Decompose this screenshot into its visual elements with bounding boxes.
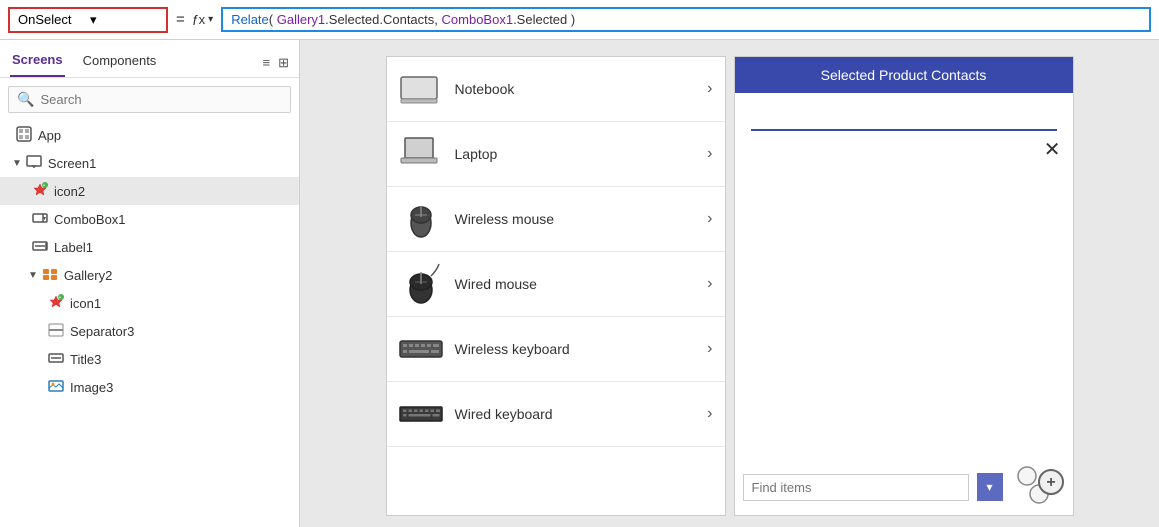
icon2-icon: + bbox=[32, 182, 48, 201]
tree-label-label1: Label1 bbox=[54, 240, 291, 255]
notebook-image bbox=[399, 69, 443, 109]
combobox-icon: ▾ bbox=[32, 210, 48, 229]
fx-icon: f bbox=[193, 12, 197, 28]
chevron-wiredmouse: › bbox=[707, 275, 712, 293]
find-items-input[interactable] bbox=[743, 474, 969, 501]
gallery-item-wkb[interactable]: Wireless keyboard › bbox=[387, 317, 725, 382]
sidebar: Screens Components ≡ ⊞ 🔍 App bbox=[0, 40, 300, 527]
chevron-laptop: › bbox=[707, 145, 712, 163]
image-icon bbox=[48, 378, 64, 397]
tree-item-separator3[interactable]: Separator3 bbox=[0, 317, 299, 345]
tree-item-gallery2[interactable]: ▼ Gallery2 bbox=[0, 261, 299, 289]
tree-item-combobox1[interactable]: ▾ ComboBox1 bbox=[0, 205, 299, 233]
contacts-panel: Selected Product Contacts ✕ ▾ bbox=[734, 56, 1074, 516]
gallery-label-wkb: Wireless keyboard bbox=[455, 341, 708, 357]
tree-item-label1[interactable]: Label1 bbox=[0, 233, 299, 261]
sidebar-tab-icons: ≡ ⊞ bbox=[263, 55, 290, 71]
tree-label-separator3: Separator3 bbox=[70, 324, 291, 339]
find-dropdown-button[interactable]: ▾ bbox=[977, 473, 1003, 501]
tree-label-combobox1: ComboBox1 bbox=[54, 212, 291, 227]
gallery-panel: Notebook › Laptop › bbox=[386, 56, 726, 516]
gallery-label-laptop: Laptop bbox=[455, 146, 708, 162]
tree-label-screen1: Screen1 bbox=[48, 156, 291, 171]
contacts-footer: ▾ + bbox=[735, 459, 1073, 515]
icon1-icon: + bbox=[48, 294, 64, 313]
tree-label-icon1: icon1 bbox=[70, 296, 291, 311]
contacts-body: ✕ bbox=[735, 93, 1073, 459]
tree-item-title3[interactable]: Title3 bbox=[0, 345, 299, 373]
dropdown-arrow-icon: ▾ bbox=[986, 480, 992, 494]
fx-button[interactable]: fx ▾ bbox=[193, 12, 213, 28]
fx-chevron: ▾ bbox=[208, 14, 213, 25]
contacts-header: Selected Product Contacts bbox=[735, 57, 1073, 93]
title-icon bbox=[48, 350, 64, 369]
gallery2-icon bbox=[42, 266, 58, 285]
chevron-down-icon: ▾ bbox=[90, 12, 158, 28]
tree-label-app: App bbox=[38, 128, 291, 143]
svg-text:+: + bbox=[43, 183, 46, 189]
wkb-image bbox=[399, 329, 443, 369]
tree-arrow-screen1: ▼ bbox=[12, 158, 22, 169]
formula-bar: OnSelect ▾ = fx ▾ Relate( Gallery1.Selec… bbox=[0, 0, 1159, 40]
gallery-item-notebook[interactable]: Notebook › bbox=[387, 57, 725, 122]
gallery-item-wiredkb[interactable]: Wired keyboard › bbox=[387, 382, 725, 447]
app-icon bbox=[16, 126, 32, 145]
tab-screens[interactable]: Screens bbox=[10, 48, 65, 77]
laptop-image bbox=[399, 134, 443, 174]
tree-label-image3: Image3 bbox=[70, 380, 291, 395]
tree-label-gallery2: Gallery2 bbox=[64, 268, 291, 283]
gallery-label-wiredmouse: Wired mouse bbox=[455, 276, 708, 292]
wiredmouse-image bbox=[399, 264, 443, 304]
screen-icon bbox=[26, 154, 42, 173]
chevron-notebook: › bbox=[707, 80, 712, 98]
tree-label-icon2: icon2 bbox=[54, 184, 291, 199]
chevron-wmouse: › bbox=[707, 210, 712, 228]
separator-icon bbox=[48, 322, 64, 341]
search-icon: 🔍 bbox=[17, 91, 34, 108]
equals-sign: = bbox=[176, 11, 185, 28]
gallery-item-wmouse[interactable]: Wireless mouse › bbox=[387, 187, 725, 252]
tab-components[interactable]: Components bbox=[81, 49, 159, 76]
chevron-wiredkb: › bbox=[707, 405, 712, 423]
wmouse-image bbox=[399, 199, 443, 239]
svg-text:+: + bbox=[59, 295, 62, 301]
main-area: Screens Components ≡ ⊞ 🔍 App bbox=[0, 40, 1159, 527]
close-button[interactable]: ✕ bbox=[1044, 137, 1061, 162]
tree-arrow-gallery2: ▼ bbox=[28, 270, 38, 281]
tree-item-icon2[interactable]: + icon2 bbox=[0, 177, 299, 205]
sidebar-tabs: Screens Components ≡ ⊞ bbox=[0, 40, 299, 78]
canvas-area: Notebook › Laptop › bbox=[300, 40, 1159, 527]
wiredkb-image bbox=[399, 394, 443, 434]
tree-item-screen1[interactable]: ▼ Screen1 bbox=[0, 149, 299, 177]
relate-add-button[interactable]: + bbox=[1011, 467, 1065, 507]
formula-input[interactable]: Relate( Gallery1.Selected.Contacts, Comb… bbox=[221, 7, 1151, 32]
gallery-item-laptop[interactable]: Laptop › bbox=[387, 122, 725, 187]
list-view-icon[interactable]: ≡ bbox=[263, 55, 271, 71]
gallery-label-wmouse: Wireless mouse bbox=[455, 211, 708, 227]
contacts-title: Selected Product Contacts bbox=[821, 67, 987, 83]
gallery-item-wiredmouse[interactable]: Wired mouse › bbox=[387, 252, 725, 317]
tree-label-title3: Title3 bbox=[70, 352, 291, 367]
event-dropdown[interactable]: OnSelect ▾ bbox=[8, 7, 168, 33]
gallery-label-wiredkb: Wired keyboard bbox=[455, 406, 708, 422]
tree-item-app[interactable]: App bbox=[0, 121, 299, 149]
label-icon bbox=[32, 238, 48, 257]
gallery-label-notebook: Notebook bbox=[455, 81, 708, 97]
svg-text:+: + bbox=[1046, 474, 1055, 491]
svg-text:▾: ▾ bbox=[43, 216, 46, 222]
contacts-divider bbox=[751, 129, 1057, 131]
tree-item-icon1[interactable]: + icon1 bbox=[0, 289, 299, 317]
event-dropdown-label: OnSelect bbox=[18, 12, 86, 27]
tree-area: App ▼ Screen1 + bbox=[0, 121, 299, 527]
chevron-wkb: › bbox=[707, 340, 712, 358]
grid-view-icon[interactable]: ⊞ bbox=[278, 55, 289, 71]
search-input[interactable] bbox=[40, 92, 282, 107]
tree-item-image3[interactable]: Image3 bbox=[0, 373, 299, 401]
search-box: 🔍 bbox=[8, 86, 291, 113]
formula-content: Relate( Gallery1.Selected.Contacts, Comb… bbox=[231, 12, 575, 27]
